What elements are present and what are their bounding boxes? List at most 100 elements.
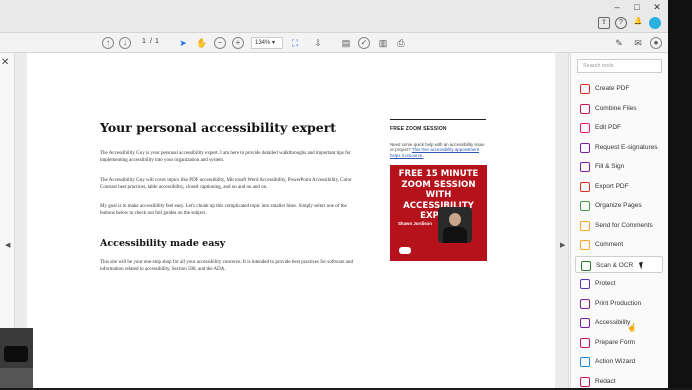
tool-accessibility[interactable]: Accessibility: [575, 314, 663, 331]
account-small-icon[interactable]: ●: [650, 37, 662, 49]
share-icon[interactable]: ⇪: [598, 17, 610, 29]
top-bar: ⇪ ? 🔔: [0, 15, 668, 33]
collapse-left-icon[interactable]: ◀: [5, 241, 10, 249]
document-icon[interactable]: ▤: [340, 37, 352, 49]
tool-combine-files[interactable]: Combine Files: [575, 100, 663, 117]
print-production-icon: [580, 298, 590, 309]
bell-icon[interactable]: 🔔: [632, 17, 644, 29]
avatar: [438, 207, 472, 243]
paragraph-site: This site will be your one-stop shop for…: [100, 260, 353, 273]
organize-pages-icon: [580, 201, 590, 211]
tool-label: Fill & Sign: [595, 163, 625, 170]
redact-icon: [580, 376, 590, 387]
zoom-in-icon[interactable]: +: [232, 37, 244, 49]
tool-request-esignatures[interactable]: Request E-signatures: [575, 139, 663, 156]
sign-icon[interactable]: ✓: [358, 37, 370, 49]
tool-label: Request E-signatures: [595, 143, 658, 151]
side-heading: FREE ZOOM SESSION: [390, 126, 447, 132]
tool-redact[interactable]: Redact: [575, 373, 663, 390]
mail-icon[interactable]: ✉: [632, 37, 644, 49]
tool-organize-pages[interactable]: Organize Pages: [575, 197, 663, 214]
paragraph-goal: My goal is to make accessibility feel ea…: [100, 204, 347, 217]
accessibility-icon: [580, 318, 590, 328]
close-button[interactable]: ✕: [650, 1, 664, 13]
document-subtitle: Accessibility made easy: [100, 238, 226, 249]
tool-label: Accessibility: [595, 319, 631, 326]
acrobat-window: – □ ✕ ⇪ ? 🔔 ↑ ↓ 1 / 1 ➤ ✋ − + 134% ▾ ⛶ ⇩…: [0, 0, 668, 388]
tools-panel: Search tools Create PDF Combine Files Edit…: [570, 53, 668, 388]
create-pdf-icon: [580, 84, 590, 94]
protect-icon: [580, 279, 590, 289]
edit-pdf-icon: [580, 123, 590, 133]
promo-name: Shawn Jordison: [398, 221, 432, 226]
page-fit-icon[interactable]: ⛶: [289, 37, 301, 49]
tool-comment[interactable]: Comment: [575, 236, 663, 253]
tool-label: Edit PDF: [595, 124, 622, 131]
tool-action-wizard[interactable]: Action Wizard: [575, 353, 663, 370]
tool-protect[interactable]: Protect: [575, 275, 663, 292]
search-tools-input[interactable]: Search tools: [577, 59, 662, 73]
action-wizard-icon: [580, 357, 590, 367]
paragraph-intro: The Accessibility Guy is your personal a…: [100, 151, 351, 164]
hand-tool-icon[interactable]: ✋: [196, 37, 208, 49]
outside-area: [668, 0, 692, 388]
fill-sign-icon: [580, 162, 590, 172]
page-total: 1: [155, 38, 159, 45]
paragraph-topics: The Accessibility Guy will cover topics …: [100, 178, 352, 191]
hand-cursor-icon: ☝: [627, 323, 637, 332]
previous-page-icon[interactable]: ↑: [102, 37, 114, 49]
prepare-form-icon: [580, 337, 590, 348]
page-separator: /: [150, 38, 152, 45]
tool-scan-ocr[interactable]: Scan & OCR: [575, 255, 663, 273]
comment-icon: [580, 240, 590, 250]
send-for-comments-icon: [580, 220, 590, 231]
tool-fill-sign[interactable]: Fill & Sign: [575, 158, 663, 175]
document-viewer: Your personal accessibility expert The A…: [15, 53, 583, 388]
person-shirt: [4, 346, 28, 362]
zoom-value: 134%: [255, 40, 271, 46]
page-icon[interactable]: ▥: [377, 37, 389, 49]
tool-label: Send for Comments: [595, 221, 653, 229]
pen-icon[interactable]: ✎: [613, 37, 625, 49]
minimize-button[interactable]: –: [610, 1, 624, 13]
account-icon[interactable]: [649, 17, 661, 29]
page-current[interactable]: 1: [142, 38, 146, 45]
zoom-select[interactable]: 134% ▾: [251, 37, 283, 49]
scroll-mode-icon[interactable]: ⇩: [312, 37, 324, 49]
divider: [390, 119, 486, 120]
tool-label: Combine Files: [595, 104, 637, 112]
tool-print-production[interactable]: Print Production: [575, 295, 663, 312]
pdf-page: Your personal accessibility expert The A…: [27, 53, 555, 388]
close-icon[interactable]: ✕: [1, 57, 9, 68]
print-icon[interactable]: ⎙: [395, 37, 407, 49]
badge-icon: [399, 247, 411, 254]
tool-label: Organize Pages: [595, 202, 642, 209]
tool-label: Print Production: [595, 299, 642, 307]
scan-ocr-icon: [581, 260, 591, 271]
help-icon[interactable]: ?: [615, 17, 627, 29]
next-page-icon[interactable]: ↓: [119, 37, 131, 49]
webcam-shade: [0, 368, 33, 388]
tool-label: Prepare Form: [595, 338, 636, 346]
tool-export-pdf[interactable]: Export PDF: [575, 178, 663, 195]
export-pdf-icon: [580, 181, 590, 192]
collapse-right-icon[interactable]: ▶: [560, 241, 565, 249]
tool-create-pdf[interactable]: Create PDF: [575, 80, 663, 97]
tool-label: Export PDF: [595, 182, 629, 190]
webcam-overlay: [0, 328, 33, 388]
combine-files-icon: [580, 103, 590, 114]
zoom-out-icon[interactable]: −: [214, 37, 226, 49]
tool-label: Protect: [595, 280, 616, 287]
tool-edit-pdf[interactable]: Edit PDF: [575, 119, 663, 136]
document-title: Your personal accessibility expert: [100, 120, 337, 135]
tool-prepare-form[interactable]: Prepare Form: [575, 334, 663, 351]
page-toolbar: ↑ ↓ 1 / 1 ➤ ✋ − + 134% ▾ ⛶ ⇩ ▤ ✓ ▥ ⎙ ✎ ✉…: [0, 33, 668, 53]
maximize-button[interactable]: □: [630, 1, 644, 13]
side-text: Need some quick help with an accessibili…: [390, 142, 486, 158]
tool-send-for-comments[interactable]: Send for Comments: [575, 217, 663, 234]
tool-label: Create PDF: [595, 85, 630, 92]
request-esignatures-icon: [580, 142, 590, 153]
title-bar: – □ ✕: [0, 0, 668, 15]
promo-banner[interactable]: FREE 15 MINUTE ZOOM SESSION WITH ACCESSI…: [390, 165, 487, 261]
select-cursor-icon[interactable]: ➤: [177, 37, 189, 49]
